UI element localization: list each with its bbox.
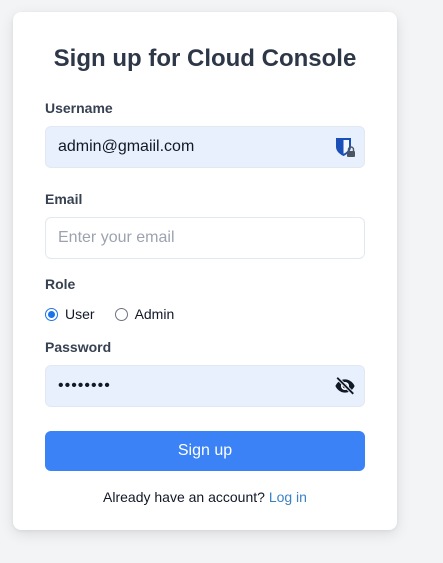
login-prompt-text: Already have an account? [103, 489, 265, 505]
page-title: Sign up for Cloud Console [53, 45, 357, 72]
signup-button[interactable]: Sign up [45, 431, 365, 471]
username-field-wrapper [45, 126, 365, 168]
login-link[interactable]: Log in [269, 489, 307, 505]
role-admin-radio[interactable] [114, 307, 128, 321]
password-manager-icon[interactable] [334, 136, 356, 158]
email-field-wrapper [45, 217, 365, 259]
login-prompt: Already have an account? Log in [45, 488, 365, 506]
email-label: Email [45, 191, 83, 207]
password-label: Password [45, 339, 112, 355]
role-radio-group: User Admin [45, 302, 365, 326]
role-user-radio[interactable] [45, 307, 58, 321]
password-input[interactable]: •••••••• [58, 366, 111, 406]
role-admin-label[interactable]: Admin [135, 306, 175, 322]
username-label: Username [45, 100, 113, 116]
password-field-wrapper[interactable]: •••••••• [45, 365, 365, 407]
email-input[interactable] [46, 218, 318, 258]
role-label: Role [45, 276, 76, 292]
username-input[interactable] [46, 127, 318, 167]
role-user-label[interactable]: User [65, 306, 95, 322]
role-option-user[interactable]: User [45, 306, 95, 322]
eye-off-icon[interactable] [334, 375, 356, 397]
role-option-admin[interactable]: Admin [114, 306, 175, 322]
signup-card: Sign up for Cloud Console Username Email… [13, 12, 397, 530]
